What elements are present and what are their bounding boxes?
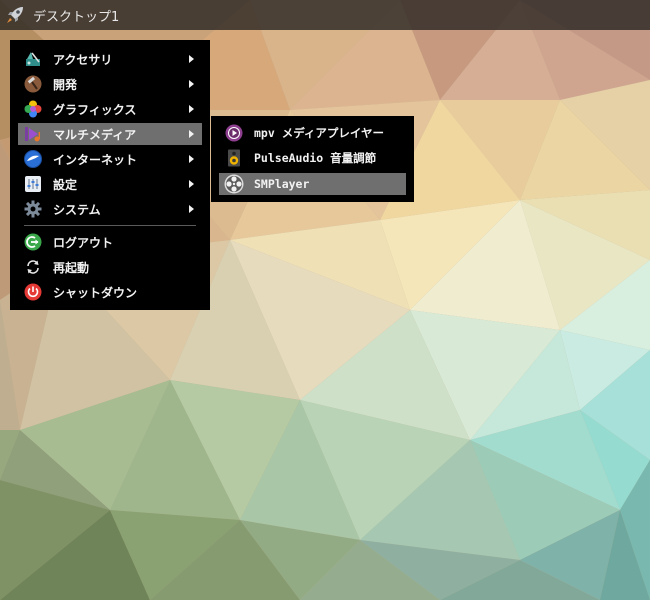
application-launcher-button[interactable] xyxy=(0,0,30,30)
submenu-arrow-icon xyxy=(189,180,194,188)
menu-item-system[interactable]: システム xyxy=(18,198,202,220)
submenu-arrow-icon xyxy=(189,55,194,63)
smplayer-film-reel-icon xyxy=(224,174,244,194)
speaker-icon xyxy=(224,148,244,168)
desktop-name-label[interactable]: デスクトップ1 xyxy=(33,6,119,25)
submenu-item-smplayer[interactable]: SMPlayer xyxy=(219,173,406,195)
desktop-screen: デスクトップ1 アクセサリ 開発 グラフィックス マルチメディア インターネット… xyxy=(0,0,650,600)
menu-item-shutdown[interactable]: シャットダウン xyxy=(18,281,202,303)
submenu-item-mpv[interactable]: mpv メディアプレイヤー xyxy=(219,122,406,144)
system-gear-icon xyxy=(23,199,43,219)
rocket-icon xyxy=(7,7,23,23)
restart-icon xyxy=(23,257,43,277)
submenu-arrow-icon xyxy=(189,80,194,88)
menu-separator xyxy=(24,225,196,226)
top-panel: デスクトップ1 xyxy=(0,0,650,30)
settings-sliders-icon xyxy=(23,174,43,194)
menu-item-accessories[interactable]: アクセサリ xyxy=(18,48,202,70)
menu-item-graphics[interactable]: グラフィックス xyxy=(18,98,202,120)
menu-item-settings[interactable]: 設定 xyxy=(18,173,202,195)
graphics-icon xyxy=(23,99,43,119)
accessories-icon xyxy=(23,49,43,69)
multimedia-icon xyxy=(23,124,43,144)
submenu-item-pulseaudio-volume[interactable]: PulseAudio 音量調節 xyxy=(219,147,406,169)
development-hammer-icon xyxy=(23,74,43,94)
submenu-arrow-icon xyxy=(189,130,194,138)
submenu-arrow-icon xyxy=(189,205,194,213)
multimedia-submenu: mpv メディアプレイヤー PulseAudio 音量調節 SMPlayer xyxy=(211,116,414,202)
menu-item-restart[interactable]: 再起動 xyxy=(18,256,202,278)
submenu-arrow-icon xyxy=(189,155,194,163)
menu-item-development[interactable]: 開発 xyxy=(18,73,202,95)
logout-icon xyxy=(23,232,43,252)
application-menu: アクセサリ 開発 グラフィックス マルチメディア インターネット 設定 システム… xyxy=(10,40,210,310)
mpv-icon xyxy=(224,123,244,143)
menu-item-multimedia[interactable]: マルチメディア xyxy=(18,123,202,145)
menu-item-internet[interactable]: インターネット xyxy=(18,148,202,170)
internet-globe-icon xyxy=(23,149,43,169)
menu-item-logout[interactable]: ログアウト xyxy=(18,231,202,253)
submenu-arrow-icon xyxy=(189,105,194,113)
shutdown-icon xyxy=(23,282,43,302)
